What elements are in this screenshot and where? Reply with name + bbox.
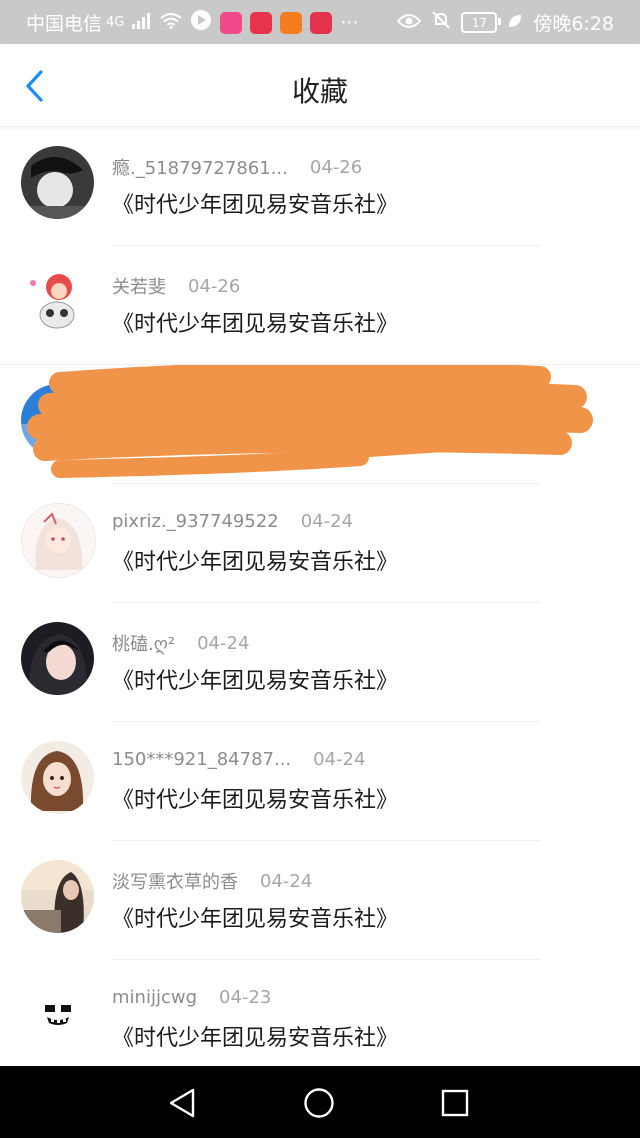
item-title[interactable]: 《时代少年团见易安音乐社》 <box>112 663 398 695</box>
user-name[interactable]: 淡写熏衣草的香 <box>112 868 238 894</box>
item-date: 04-24 <box>260 870 313 892</box>
heart-app-icon <box>310 11 333 34</box>
avatar[interactable] <box>21 979 94 1052</box>
item-title[interactable]: 《时代少年团见易安音乐社》 <box>112 187 398 219</box>
page-title: 收藏 <box>291 75 348 108</box>
list-item[interactable]: 关若斐 04-26 《时代少年团见易安音乐社》 <box>0 246 640 365</box>
avatar[interactable] <box>21 622 94 695</box>
signal-type-label: 4G <box>106 15 125 30</box>
play-icon <box>190 9 212 36</box>
item-title[interactable]: 《时代少年团见易安音乐社》 <box>112 544 398 576</box>
mute-bell-icon <box>431 10 451 35</box>
wifi-icon <box>160 12 182 34</box>
more-notifications-label: ··· <box>340 11 359 34</box>
signal-icon <box>132 12 152 34</box>
item-meta: minijjcwg 04-23 <box>112 987 271 1008</box>
user-name[interactable]: 瘾._51879727861... <box>112 154 288 180</box>
leaf-icon <box>507 12 523 34</box>
list-item[interactable]: 150***921_84787... 04-24 《时代少年团见易安音乐社》 <box>0 722 640 841</box>
item-meta: 关若斐 04-26 <box>112 273 240 299</box>
nav-home-button[interactable] <box>302 1086 342 1120</box>
battery-icon: 17 <box>461 12 502 33</box>
app-notification-icon <box>220 11 243 34</box>
triangle-back-icon <box>169 1088 195 1118</box>
item-date: 04-24 <box>197 632 250 654</box>
item-title[interactable]: 《时代少年团见易安音乐社》 <box>112 306 398 338</box>
user-name[interactable]: 关若斐 <box>112 273 166 299</box>
item-date: 04-24 <box>313 749 366 770</box>
favorites-list: 瘾._51879727861... 04-26 《时代少年团见易安音乐社》 关若… <box>0 127 640 1079</box>
battery-level: 17 <box>471 15 487 30</box>
item-meta: 淡写熏衣草的香 04-24 <box>112 868 312 894</box>
avatar[interactable] <box>21 860 94 933</box>
user-name[interactable]: 150***921_84787... <box>112 749 291 770</box>
item-meta: 瘾._51879727861... 04-26 <box>112 154 362 180</box>
list-item[interactable]: minijjcwg 04-23 《时代少年团见易安音乐社》 <box>0 960 640 1079</box>
item-date: 04-26 <box>309 156 363 178</box>
nav-back-button[interactable] <box>165 1086 205 1120</box>
user-name[interactable]: minijjcwg <box>112 987 197 1008</box>
nav-recents-button[interactable] <box>438 1086 478 1120</box>
list-item-redacted[interactable] <box>0 365 640 484</box>
item-meta: 桃磕.ღ² 04-24 <box>112 630 249 656</box>
item-date: 04-23 <box>219 987 272 1008</box>
avatar[interactable] <box>21 503 96 578</box>
user-name[interactable]: 桃磕.ღ² <box>112 630 175 656</box>
avatar[interactable] <box>21 265 94 338</box>
system-nav-bar <box>0 1066 640 1138</box>
user-name[interactable]: pixriz._937749522 <box>112 511 279 532</box>
circle-home-icon <box>304 1088 334 1118</box>
status-bar: 中国电信 4G ··· 17 傍晚6:28 <box>0 0 640 44</box>
item-date: 04-26 <box>188 275 241 297</box>
item-title[interactable]: 《时代少年团见易安音乐社》 <box>112 1020 398 1052</box>
clock-time: 傍晚6:28 <box>533 13 614 35</box>
avatar[interactable] <box>21 741 94 814</box>
square-recents-icon <box>441 1089 469 1117</box>
list-item[interactable]: 瘾._51879727861... 04-26 《时代少年团见易安音乐社》 <box>0 127 640 246</box>
redaction-scribble <box>27 365 593 478</box>
item-title[interactable]: 《时代少年团见易安音乐社》 <box>112 782 398 814</box>
carrier-label: 中国电信 <box>26 13 103 35</box>
grid-app-icon <box>280 11 303 34</box>
top-bar: 收藏 <box>0 44 640 127</box>
item-meta: pixriz._937749522 04-24 <box>112 511 353 532</box>
status-bar-right: 17 傍晚6:28 <box>396 9 614 36</box>
list-item[interactable]: 桃磕.ღ² 04-24 《时代少年团见易安音乐社》 <box>0 603 640 722</box>
item-meta: 150***921_84787... 04-24 <box>112 749 365 770</box>
list-item[interactable]: 淡写熏衣草的香 04-24 《时代少年团见易安音乐社》 <box>0 841 640 960</box>
list-item[interactable]: pixriz._937749522 04-24 《时代少年团见易安音乐社》 <box>0 484 640 603</box>
item-date: 04-24 <box>300 511 354 532</box>
eye-icon <box>396 12 422 34</box>
status-bar-left: 中国电信 4G ··· <box>26 9 359 36</box>
item-title[interactable]: 《时代少年团见易安音乐社》 <box>112 901 398 933</box>
book-app-icon <box>250 11 273 34</box>
avatar[interactable] <box>21 146 94 219</box>
